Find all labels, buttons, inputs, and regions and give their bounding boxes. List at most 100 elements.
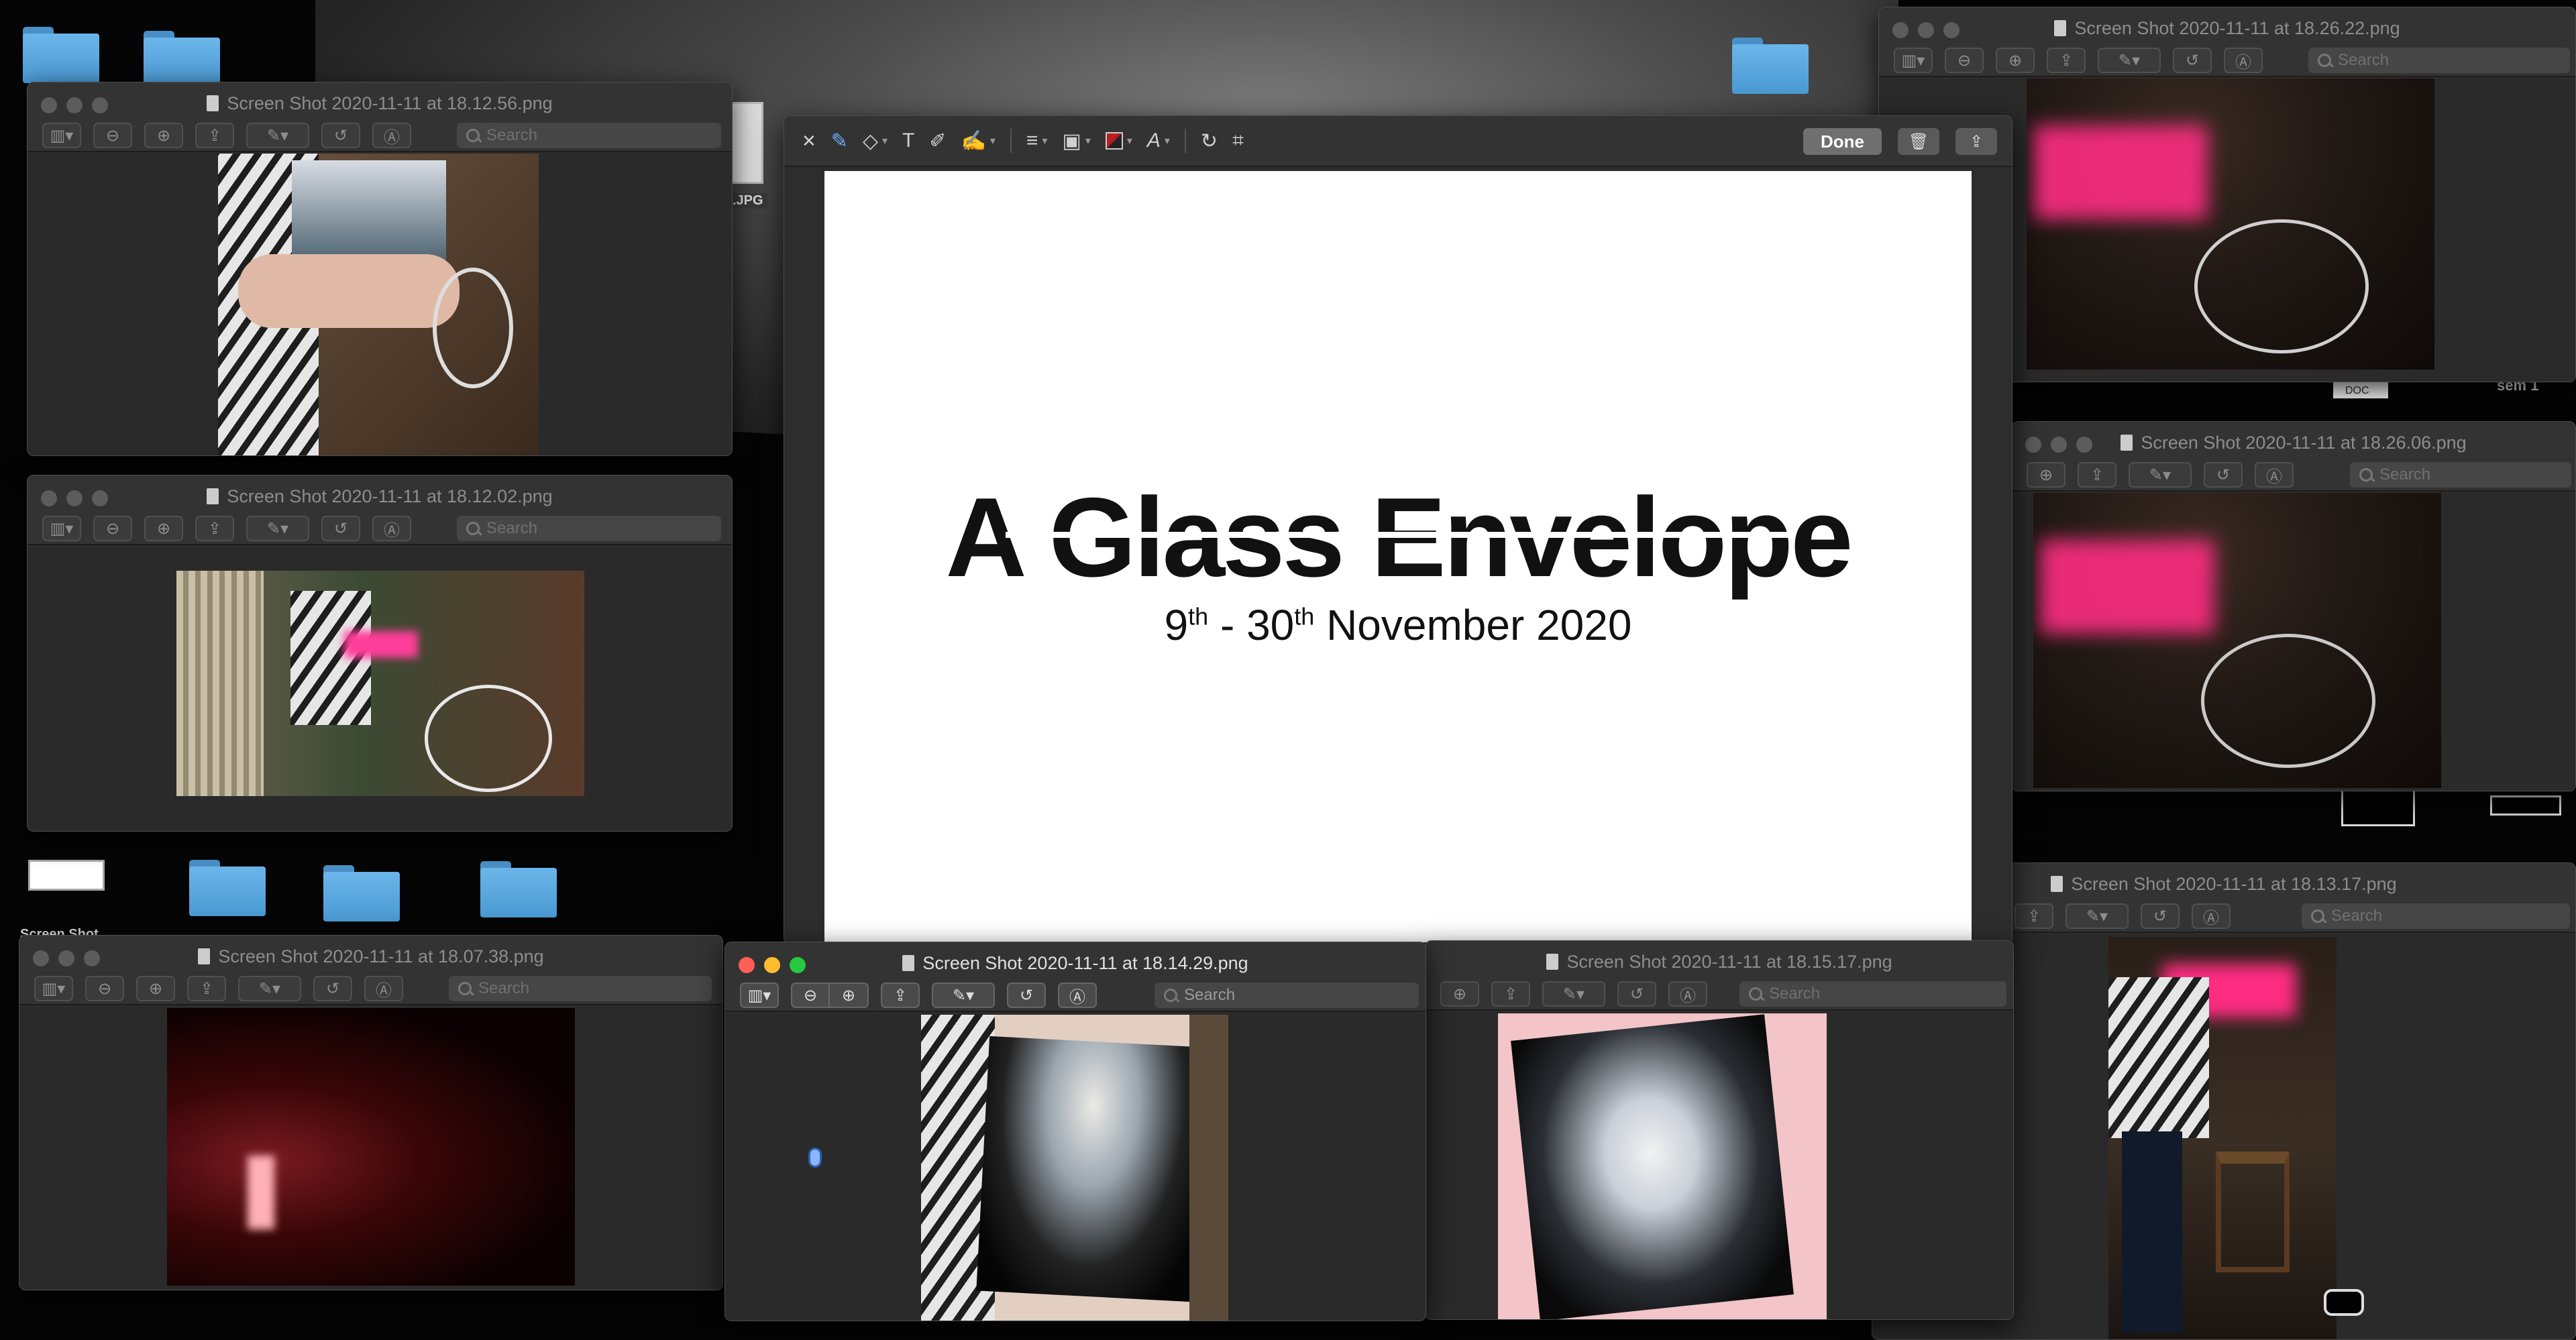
rotate-button[interactable]: ↺ (321, 516, 360, 541)
markup-toolbar-button[interactable]: Ⓐ (2192, 903, 2231, 929)
markup-toolbar-button[interactable]: Ⓐ (2255, 462, 2294, 488)
share-button[interactable]: ⇪ (1491, 981, 1530, 1007)
share-button[interactable]: ⇪ (2078, 462, 2116, 488)
rotate-button[interactable]: ↺ (2141, 903, 2180, 929)
trash-icon[interactable]: 🗑 (1898, 128, 1939, 155)
markup-pen-button[interactable]: ✎▾ (246, 123, 309, 148)
zoom-in-button[interactable]: ⊕ (830, 983, 869, 1008)
zoom-out-button[interactable]: ⊖ (93, 123, 132, 148)
search-field[interactable]: Search (1739, 981, 2006, 1007)
markup-pen-button[interactable]: ✎▾ (238, 976, 301, 1001)
sidebar-toggle-button[interactable]: ▥▾ (42, 123, 81, 148)
crop-icon[interactable]: ⌗ (1232, 129, 1244, 152)
rotate-button[interactable]: ↺ (2173, 48, 2212, 73)
photo (176, 571, 584, 796)
markup-pen-button[interactable]: ✎▾ (932, 983, 995, 1008)
rotate-button[interactable]: ↺ (2204, 462, 2243, 488)
desktop-folder-icon[interactable] (323, 865, 400, 922)
sketch-icon[interactable]: ✎ (831, 129, 848, 153)
scroll-indicator-icon[interactable] (808, 1148, 822, 1168)
rotate-icon[interactable]: ↻ (1201, 129, 1218, 153)
window-toolbar: Screen Shot 2020-11-11 at 18.07.38.png ▥… (19, 936, 722, 1005)
markup-toolbar-button[interactable]: Ⓐ (372, 516, 411, 541)
zoom-in-button[interactable]: ⊕ (136, 976, 175, 1001)
zoom-in-button[interactable]: ⊕ (2027, 462, 2065, 488)
window-title: Screen Shot 2020-11-11 at 18.15.17.png (1426, 952, 2013, 972)
photo (2108, 937, 2337, 1339)
close-icon[interactable]: ✕ (802, 131, 816, 152)
zoom-out-button[interactable]: ⊖ (1945, 48, 1984, 73)
search-field[interactable]: Search (2350, 462, 2571, 488)
markup-toolbar-button[interactable]: Ⓐ (2224, 48, 2263, 73)
file-icon (207, 488, 219, 504)
zoom-in-button[interactable]: ⊕ (1440, 981, 1479, 1007)
markup-pen-button[interactable]: ✎▾ (1542, 981, 1605, 1007)
markup-toolbar-button[interactable]: Ⓐ (372, 123, 411, 148)
markup-pen-button[interactable]: ✎▾ (2098, 48, 2161, 73)
line-style-icon[interactable]: ≡ ▾ (1026, 129, 1048, 152)
rotate-button[interactable]: ↺ (321, 123, 360, 148)
fill-color-icon[interactable]: ▾ (1105, 132, 1132, 150)
sidebar-toggle-button[interactable]: ▥▾ (1894, 48, 1933, 73)
shapes-icon[interactable]: ◇ ▾ (863, 129, 888, 153)
sign-icon[interactable]: ✍ ▾ (961, 129, 996, 153)
markup-toolbar-button[interactable]: Ⓐ (1668, 981, 1707, 1007)
rotate-button[interactable]: ↺ (313, 976, 352, 1001)
desktop-folder-icon[interactable] (23, 27, 99, 83)
share-button[interactable]: ⇪ (2015, 903, 2053, 929)
markup-pen-button[interactable]: ✎▾ (2129, 462, 2192, 488)
text-style-icon[interactable]: A ▾ (1147, 129, 1170, 152)
preview-window[interactable]: Screen Shot 2020-11-11 at 18.15.17.png ⊕… (1425, 940, 2014, 1320)
search-field[interactable]: Search (2308, 48, 2570, 73)
markup-toolbar: ✕ ✎ ◇ ▾ T ✐ ✍ ▾ ≡ ▾ ▣ ▾ ▾ A ▾ ↻ ⌗ Done 🗑 ⇪ (784, 116, 2012, 167)
zoom-in-button[interactable]: ⊕ (1996, 48, 2035, 73)
search-field[interactable]: Search (449, 976, 712, 1001)
preview-window[interactable]: Screen Shot 2020-11-11 at 18.12.02.png ▥… (27, 475, 733, 832)
desktop-file-icon[interactable] (28, 860, 105, 891)
highlight-icon[interactable]: ✐ (929, 129, 946, 153)
markup-toolbar-button[interactable]: Ⓐ (1058, 983, 1097, 1008)
preview-window[interactable]: Screen Shot 2020-11-11 at 18.07.38.png ▥… (19, 935, 723, 1290)
share-button[interactable]: ⇪ (2047, 48, 2086, 73)
search-field[interactable]: Search (457, 516, 721, 541)
preview-window[interactable]: Screen Shot 2020-11-11 at 18.14.29.png ▥… (724, 942, 1426, 1321)
desktop-folder-icon[interactable] (189, 860, 266, 916)
notification-button[interactable] (2324, 1289, 2364, 1316)
zoom-out-button[interactable]: ⊖ (791, 983, 830, 1008)
photo (2027, 78, 2434, 370)
markup-window[interactable]: ✕ ✎ ◇ ▾ T ✐ ✍ ▾ ≡ ▾ ▣ ▾ ▾ A ▾ ↻ ⌗ Done 🗑 ⇪ A … (784, 115, 2012, 944)
image-view (19, 1007, 722, 1290)
desktop-folder-icon[interactable] (1732, 38, 1809, 94)
desktop-file-icon[interactable] (2490, 795, 2561, 816)
preview-window[interactable]: Screen Shot 2020-11-11 at 18.26.06.png ⊕… (2011, 421, 2576, 791)
sidebar-toggle-button[interactable]: ▥▾ (42, 516, 81, 541)
preview-window[interactable]: Screen Shot 2020-11-11 at 18.12.56.png ▥… (27, 82, 733, 456)
search-field[interactable]: Search (2302, 903, 2570, 929)
share-button[interactable]: ⇪ (195, 123, 234, 148)
sidebar-toggle-button[interactable]: ▥▾ (740, 983, 779, 1008)
text-icon[interactable]: T (902, 129, 914, 152)
zoom-out-button[interactable]: ⊖ (85, 976, 124, 1001)
desktop-file-icon[interactable] (2341, 789, 2415, 826)
share-button[interactable]: ⇪ (881, 983, 920, 1008)
rotate-button[interactable]: ↺ (1007, 983, 1046, 1008)
markup-toolbar-button[interactable]: Ⓐ (364, 976, 403, 1001)
share-button[interactable]: ⇪ (187, 976, 226, 1001)
done-button[interactable]: Done (1803, 128, 1882, 155)
window-toolbar: Screen Shot 2020-11-11 at 18.14.29.png ▥… (725, 942, 1426, 1012)
zoom-in-button[interactable]: ⊕ (144, 516, 183, 541)
share-icon[interactable]: ⇪ (1955, 128, 1997, 155)
search-field[interactable]: Search (457, 123, 721, 148)
desktop-folder-icon[interactable] (480, 861, 557, 917)
markup-pen-button[interactable]: ✎▾ (246, 516, 309, 541)
markup-pen-button[interactable]: ✎▾ (2065, 903, 2129, 929)
search-field[interactable]: Search (1155, 983, 1419, 1008)
sidebar-toggle-button[interactable]: ▥▾ (34, 976, 73, 1001)
border-color-icon[interactable]: ▣ ▾ (1062, 129, 1090, 153)
zoom-out-button[interactable]: ⊖ (93, 516, 132, 541)
rotate-button[interactable]: ↺ (1617, 981, 1656, 1007)
share-button[interactable]: ⇪ (195, 516, 234, 541)
zoom-in-button[interactable]: ⊕ (144, 123, 183, 148)
document-date: 9th - 30th November 2020 (1164, 601, 1632, 649)
desktop-folder-icon[interactable] (144, 31, 220, 87)
